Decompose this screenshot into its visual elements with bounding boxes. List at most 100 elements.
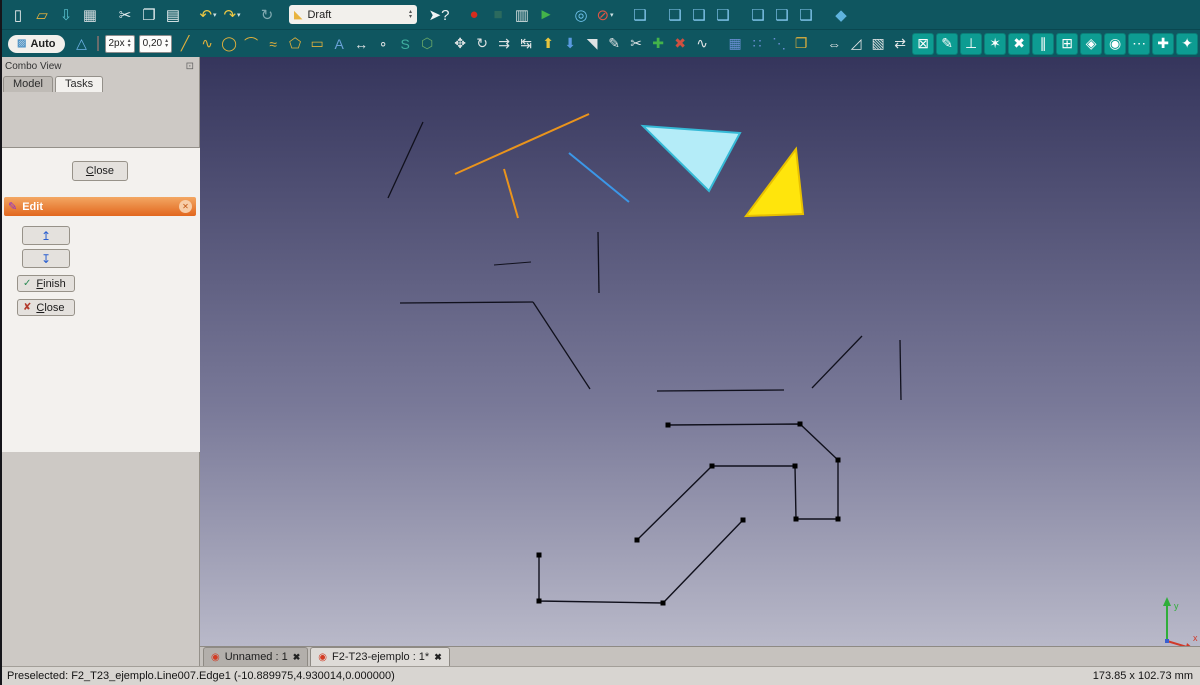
vertex-marker[interactable] — [836, 458, 841, 463]
close-tab-icon[interactable]: ✖ — [293, 652, 301, 663]
macro-execute-icon[interactable]: ► — [534, 3, 558, 27]
draft-downgrade-icon[interactable]: ⬇ — [559, 33, 581, 55]
vertex-marker[interactable] — [635, 538, 640, 543]
remove-point-button[interactable]: ↧ — [22, 249, 70, 268]
draft-offset-icon[interactable]: ⇉ — [493, 33, 515, 55]
draft-del-point-icon[interactable]: ✖ — [669, 33, 691, 55]
draft-bspline-icon[interactable]: ≈ — [262, 33, 284, 55]
line-color-swatch[interactable] — [97, 36, 99, 51]
draft-path-array-icon[interactable]: ⋱ — [768, 33, 790, 55]
sketch-line[interactable] — [812, 336, 862, 388]
draft-array-icon[interactable]: ▦ — [724, 33, 746, 55]
filled-triangle[interactable] — [746, 149, 803, 216]
draft-wire-icon[interactable]: ∿ — [196, 33, 218, 55]
snap-grid-icon[interactable]: ⊞ — [1056, 33, 1078, 55]
draft-slope-icon[interactable]: ◿ — [845, 33, 867, 55]
measure-distance-icon[interactable]: ◆ — [829, 3, 853, 27]
sketch-line[interactable] — [569, 153, 629, 202]
print-icon[interactable]: ▦ — [78, 3, 102, 27]
draft-edit-icon[interactable]: ✎ — [603, 33, 625, 55]
vertex-marker[interactable] — [537, 553, 542, 558]
snap-special-icon[interactable]: ✦ — [1176, 33, 1198, 55]
draft-shapestring-icon[interactable]: S — [394, 33, 416, 55]
line-width-arrows[interactable]: ▴▾ — [128, 39, 131, 49]
redo-icon[interactable]: ↷▾ — [220, 3, 244, 27]
draft-mirror-icon[interactable]: ⇔ — [823, 33, 845, 55]
vertex-marker[interactable] — [798, 422, 803, 427]
task-close-button[interactable]: Close — [72, 161, 128, 181]
vertex-marker[interactable] — [794, 517, 799, 522]
sketch-line[interactable] — [657, 390, 784, 391]
workbench-selector-arrows[interactable]: ▴▾ — [409, 10, 412, 20]
working-plane-auto-button[interactable]: ▨ Auto — [8, 35, 65, 53]
snap-intersection-icon[interactable]: ✖ — [1008, 33, 1030, 55]
refresh-icon[interactable]: ↻ — [255, 3, 279, 27]
snap-endpoint-icon[interactable]: ✎ — [936, 33, 958, 55]
dropdown-caret-icon[interactable]: ▾ — [610, 11, 614, 19]
close-button[interactable]: ✘ Close — [17, 299, 75, 316]
macro-record-icon[interactable]: ● — [462, 3, 486, 27]
draft-circle-icon[interactable]: ◯ — [218, 33, 240, 55]
sketch-line[interactable] — [455, 114, 589, 174]
draft-scale-icon[interactable]: ◥ — [581, 33, 603, 55]
view-front-icon[interactable]: ❑ — [663, 3, 687, 27]
view-bottom-icon[interactable]: ❑ — [770, 3, 794, 27]
draft-rectangle-icon[interactable]: ▭ — [306, 33, 328, 55]
snap-perpendicular-icon[interactable]: ⊥ — [960, 33, 982, 55]
sketch-line[interactable] — [598, 232, 599, 293]
new-document-icon[interactable]: ▯ — [6, 3, 30, 27]
draft-facebinder-icon[interactable]: ⬡ — [416, 33, 438, 55]
vertex-marker[interactable] — [666, 423, 671, 428]
fit-all-icon[interactable]: ◎ — [569, 3, 593, 27]
document-tab[interactable]: ◉F2-T23-ejemplo : 1*✖ — [310, 647, 450, 666]
draft-to-sketch-icon[interactable]: ⇄ — [889, 33, 911, 55]
draft-arc-icon[interactable]: ⌒ — [240, 33, 262, 55]
snap-center-icon[interactable]: ◉ — [1104, 33, 1126, 55]
text-size-spinbox[interactable]: 0,20 ▴▾ — [139, 35, 172, 53]
draft-subelement-icon[interactable]: ✂ — [625, 33, 647, 55]
text-size-arrows[interactable]: ▴▾ — [165, 39, 168, 49]
vertex-marker[interactable] — [836, 517, 841, 522]
draw-style-icon[interactable]: ⊘▾ — [593, 3, 617, 27]
construction-mode-icon[interactable]: △ — [71, 33, 93, 55]
draft-wire[interactable] — [539, 520, 743, 603]
paste-icon[interactable]: ▤ — [161, 3, 185, 27]
tab-tasks[interactable]: Tasks — [55, 76, 103, 92]
edit-task-close-icon[interactable]: ✕ — [179, 200, 192, 213]
macros-dialog-icon[interactable]: ▥ — [510, 3, 534, 27]
view-rear-icon[interactable]: ❑ — [746, 3, 770, 27]
snap-extension-icon[interactable]: ✚ — [1152, 33, 1174, 55]
draft-add-point-icon[interactable]: ✚ — [647, 33, 669, 55]
sketch-line[interactable] — [900, 340, 901, 400]
snap-midpoint-icon[interactable]: ◈ — [1080, 33, 1102, 55]
view-right-icon[interactable]: ❑ — [711, 3, 735, 27]
draft-trimex-icon[interactable]: ↹ — [515, 33, 537, 55]
snap-angle-icon[interactable]: ✶ — [984, 33, 1006, 55]
cut-icon[interactable]: ✂ — [113, 3, 137, 27]
vertex-marker[interactable] — [537, 599, 542, 604]
line-width-spinbox[interactable]: 2px ▴▾ — [105, 35, 135, 53]
whats-this-icon[interactable]: ➤? — [427, 3, 451, 27]
view-left-icon[interactable]: ❑ — [794, 3, 818, 27]
macro-stop-icon[interactable]: ■ — [486, 3, 510, 27]
snap-lock-icon[interactable]: ⊠ — [912, 33, 934, 55]
sketch-line[interactable] — [533, 302, 590, 389]
dropdown-caret-icon[interactable]: ▾ — [213, 11, 217, 19]
finish-button[interactable]: ✓ Finish — [17, 275, 75, 292]
draft-dimension-icon[interactable]: ↔ — [350, 33, 372, 55]
vertex-marker[interactable] — [661, 601, 666, 606]
document-tab[interactable]: ◉Unnamed : 1✖ — [203, 647, 308, 666]
close-tab-icon[interactable]: ✖ — [434, 652, 442, 663]
3d-viewport[interactable]: xy — [200, 57, 1200, 646]
draft-polygon-icon[interactable]: ⬠ — [284, 33, 306, 55]
save-icon[interactable]: ⇩ — [54, 3, 78, 27]
view-isometric-icon[interactable]: ❑ — [628, 3, 652, 27]
sketch-line[interactable] — [494, 262, 531, 265]
copy-icon[interactable]: ❐ — [137, 3, 161, 27]
open-file-icon[interactable]: ▱ — [30, 3, 54, 27]
snap-near-icon[interactable]: ⋯ — [1128, 33, 1150, 55]
draft-point-icon[interactable]: ∘ — [372, 33, 394, 55]
draft-point-array-icon[interactable]: ∷ — [746, 33, 768, 55]
sketch-line[interactable] — [504, 169, 518, 218]
draft-upgrade-icon[interactable]: ⬆ — [537, 33, 559, 55]
